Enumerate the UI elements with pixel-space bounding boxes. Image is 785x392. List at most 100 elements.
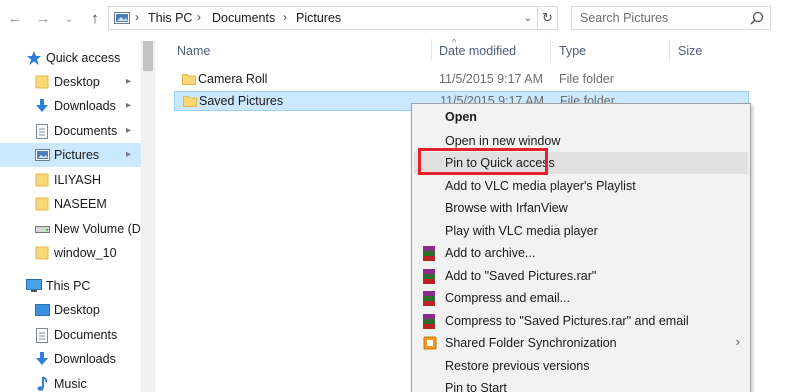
menu-item-label: Compress to "Saved Pictures.rar" and ema… (445, 314, 689, 328)
menu-item-label: Add to VLC media player's Playlist (445, 179, 636, 193)
address-bar[interactable]: › This PC › Documents › Pictures ⌄ ↻ (108, 6, 558, 30)
menu-item-play-with-vlc[interactable]: Play with VLC media player (414, 220, 748, 242)
breadcrumb-pictures[interactable]: Pictures (296, 11, 341, 25)
menu-item-add-to-vlc-playlist[interactable]: Add to VLC media player's Playlist (414, 175, 748, 197)
sidebar-item-label: Desktop (54, 75, 100, 89)
menu-item-label: Browse with IrfanView (445, 201, 568, 215)
menu-item-shared-folder-sync[interactable]: Shared Folder Synchronization › (414, 332, 748, 354)
drive-icon (34, 221, 50, 237)
download-icon (34, 98, 50, 114)
menu-item-compress-to-rar-and-email[interactable]: Compress to "Saved Pictures.rar" and ema… (414, 310, 748, 332)
sidebar-item-downloads[interactable]: Downloads ▸ (0, 94, 141, 118)
folder-icon (34, 245, 50, 261)
highlight-annotation-box (418, 148, 548, 175)
recent-locations-button[interactable]: ⌄ (60, 9, 78, 27)
documents-icon (34, 327, 50, 343)
menu-item-restore-previous-versions[interactable]: Restore previous versions (414, 355, 748, 377)
menu-item-compress-and-email[interactable]: Compress and email... (414, 287, 748, 309)
breadcrumb-documents[interactable]: Documents (212, 11, 275, 25)
sidebar-item-label: Downloads (54, 99, 116, 113)
folder-icon (34, 196, 50, 212)
pin-icon[interactable]: ▸ (126, 125, 131, 136)
sidebar-item-label: Documents (54, 124, 118, 138)
folder-icon (34, 172, 50, 188)
menu-item-label: Shared Folder Synchronization (445, 336, 617, 350)
column-header-size[interactable]: Size (678, 44, 702, 58)
forward-button[interactable]: → (34, 9, 52, 27)
sidebar-item-this-pc-downloads[interactable]: Downloads (0, 347, 141, 371)
menu-item-pin-to-start[interactable]: Pin to Start (414, 377, 748, 392)
sidebar-item-label: NASEEM (54, 197, 107, 211)
back-arrow-icon: ← (7, 9, 23, 27)
up-button[interactable]: ↑ (86, 9, 104, 27)
menu-item-browse-with-irfanview[interactable]: Browse with IrfanView (414, 197, 748, 219)
column-header-type[interactable]: Type (559, 44, 586, 58)
sidebar-item-label: window_10 (54, 246, 117, 260)
winrar-icon (422, 313, 438, 329)
column-divider[interactable] (669, 39, 670, 61)
pin-icon[interactable]: ▸ (126, 149, 131, 160)
breadcrumb-separator: › (283, 10, 287, 24)
search-icon (750, 11, 764, 25)
computer-icon (26, 278, 42, 294)
sidebar-item-label: Documents (54, 328, 118, 342)
breadcrumb-this-pc[interactable]: This PC (148, 11, 192, 25)
navigation-scrollbar[interactable] (141, 41, 155, 392)
back-button[interactable]: ← (6, 9, 24, 27)
sidebar-item-this-pc[interactable]: This PC (0, 274, 141, 298)
menu-item-open[interactable]: Open (414, 106, 748, 128)
refresh-button[interactable]: ↻ (537, 7, 557, 29)
sidebar-item-this-pc-desktop[interactable]: Desktop (0, 298, 141, 322)
file-date-modified: 11/5/2015 9:17 AM (439, 72, 544, 86)
sidebar-item-label: Downloads (54, 352, 116, 366)
sidebar-item-window-10[interactable]: window_10 (0, 241, 141, 265)
navigation-pane: Quick access Desktop ▸ Downloads ▸ Docum… (0, 37, 155, 392)
sidebar-item-label: ILIYASH (54, 173, 102, 187)
menu-item-label: Play with VLC media player (445, 224, 598, 238)
desktop-icon (34, 302, 50, 318)
up-arrow-icon: ↑ (91, 9, 99, 27)
context-menu: Open Open in new window Pin to Quick acc… (411, 103, 751, 392)
column-divider[interactable] (550, 39, 551, 61)
sidebar-item-documents[interactable]: Documents ▸ (0, 119, 141, 143)
pictures-folder-icon (114, 12, 130, 24)
file-name: Saved Pictures (199, 94, 284, 108)
sync-icon (423, 336, 437, 350)
column-divider[interactable] (431, 39, 432, 61)
file-name: Camera Roll (198, 72, 268, 86)
sidebar-item-quick-access[interactable]: Quick access (0, 46, 141, 70)
sidebar-item-desktop[interactable]: Desktop ▸ (0, 70, 141, 94)
forward-arrow-icon: → (35, 9, 51, 27)
menu-item-add-to-archive[interactable]: Add to archive... (414, 242, 748, 264)
pin-icon[interactable]: ▸ (126, 76, 131, 87)
sidebar-item-label: Pictures (54, 148, 100, 162)
sidebar-item-music[interactable]: Music (0, 372, 141, 392)
file-row-camera-roll[interactable]: Camera Roll 11/5/2015 9:17 AM File folde… (174, 70, 749, 90)
menu-item-label: Pin to Start (445, 381, 507, 392)
sidebar-item-iliyash[interactable]: ILIYASH (0, 168, 141, 192)
sidebar-item-this-pc-documents[interactable]: Documents (0, 323, 141, 347)
address-dropdown-button[interactable]: ⌄ (521, 10, 535, 26)
winrar-icon (422, 290, 438, 306)
sidebar-item-label: Music (54, 377, 87, 391)
folder-icon (34, 74, 50, 90)
menu-item-label: Restore previous versions (445, 359, 590, 373)
sidebar-item-label: This PC (46, 279, 91, 293)
menu-item-add-to-rar[interactable]: Add to "Saved Pictures.rar" (414, 265, 748, 287)
breadcrumb-separator: › (135, 10, 139, 24)
refresh-icon: ↻ (542, 10, 553, 25)
folder-icon (182, 74, 196, 85)
sidebar-item-label: New Volume (D: (54, 222, 141, 236)
menu-item-label: Open (445, 110, 477, 124)
menu-item-label: Open in new window (445, 134, 561, 148)
column-header-date-modified[interactable]: Date modified (439, 44, 516, 58)
sidebar-item-new-volume[interactable]: New Volume (D: (0, 217, 141, 241)
column-header-row: ^ Name Date modified Type Size (155, 37, 785, 63)
pin-icon[interactable]: ▸ (126, 100, 131, 111)
winrar-icon (422, 268, 438, 284)
column-header-name[interactable]: Name (177, 44, 210, 58)
scrollbar-thumb[interactable] (143, 41, 153, 71)
sidebar-item-naseem[interactable]: NASEEM (0, 192, 141, 216)
sidebar-item-pictures[interactable]: Pictures ▸ (0, 143, 141, 167)
search-box[interactable]: Search Pictures (571, 6, 771, 30)
